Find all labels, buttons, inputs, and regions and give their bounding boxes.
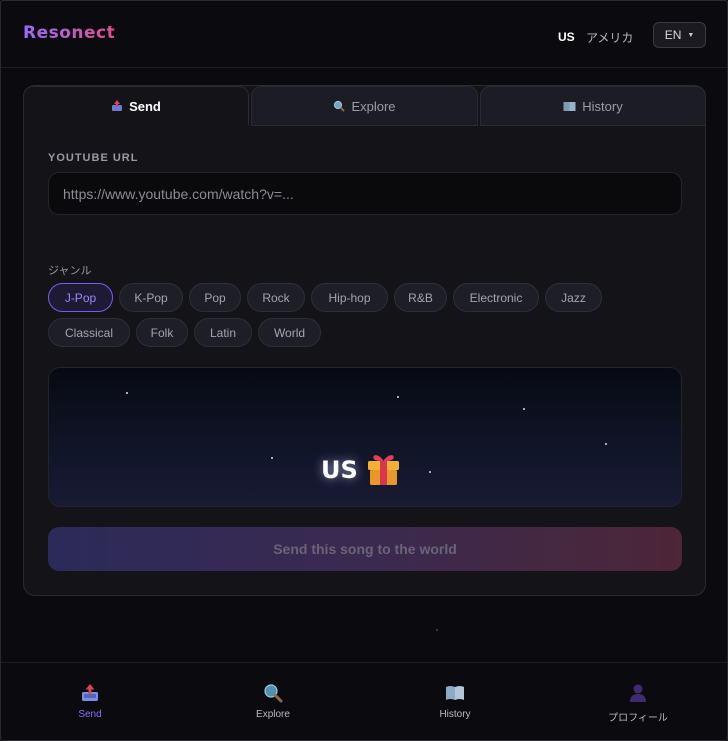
send-song-button[interactable]: Send this song to the world (48, 527, 682, 571)
genre-chip-rnb[interactable]: R&B (394, 283, 447, 312)
app-frame: Resonect US アメリカ EN ▼ Send Explore Histo… (0, 0, 728, 741)
nav-explore-label: Explore (256, 709, 290, 720)
nav-send[interactable]: Send (45, 683, 135, 720)
tab-history-label: History (582, 98, 623, 114)
nav-profile-label: プロフィール (608, 713, 668, 724)
genre-chip-pop[interactable]: Pop (189, 283, 241, 312)
genre-chip-rock[interactable]: Rock (247, 283, 305, 312)
tab-send-label: Send (129, 98, 161, 114)
location-name: アメリカ (586, 31, 634, 45)
star (397, 396, 399, 398)
genre-chip-folk[interactable]: Folk (136, 318, 188, 347)
star (126, 392, 128, 394)
language-value: EN (664, 28, 682, 42)
genre-chip-latin[interactable]: Latin (194, 318, 252, 347)
tab-explore[interactable]: Explore (251, 86, 478, 126)
star (605, 443, 607, 445)
caret-down-icon: ▼ (687, 31, 695, 39)
youtube-url-label: YOUTUBE URL (48, 152, 139, 164)
app-logo[interactable]: Resonect (23, 23, 115, 43)
genre-chip-world[interactable]: World (258, 318, 321, 347)
magnifier-icon (264, 684, 283, 703)
outbox-tray-icon (82, 684, 98, 701)
nav-profile[interactable]: プロフィール (593, 683, 683, 724)
genre-chip-classical[interactable]: Classical (48, 318, 130, 347)
send-card: Send Explore History YOUTUBE URL ジャンル J-… (23, 85, 706, 596)
gift-icon (368, 455, 399, 485)
genre-chip-jpop[interactable]: J-Pop (48, 283, 113, 312)
location-code: US (558, 30, 575, 44)
genre-chip-hiphop[interactable]: Hip-hop (311, 283, 388, 312)
outbox-tray-icon (112, 100, 123, 111)
genre-chip-kpop[interactable]: K-Pop (119, 283, 183, 312)
bottom-navigation: Send Explore History プロフィール (1, 662, 727, 740)
star (523, 408, 525, 410)
nav-history[interactable]: History (410, 683, 500, 720)
youtube-url-input[interactable] (48, 172, 682, 215)
star (271, 457, 273, 459)
decorative-dot (436, 629, 438, 631)
preview-country-code: US (321, 456, 358, 484)
nav-explore[interactable]: Explore (228, 683, 318, 720)
tab-history[interactable]: History (480, 86, 706, 126)
book-icon (563, 101, 576, 111)
genre-chip-electronic[interactable]: Electronic (453, 283, 539, 312)
magnifier-icon (334, 100, 346, 112)
genre-chip-jazz[interactable]: Jazz (545, 283, 602, 312)
top-header: Resonect US アメリカ EN ▼ (1, 1, 727, 68)
tab-send[interactable]: Send (23, 86, 249, 126)
user-silhouette-icon (630, 684, 646, 702)
tab-bar: Send Explore History (23, 86, 706, 126)
nav-history-label: History (439, 709, 471, 720)
genre-label: ジャンル (48, 265, 92, 277)
language-select[interactable]: EN ▼ (653, 22, 706, 48)
destination-preview: US (48, 367, 682, 507)
book-icon (446, 686, 464, 700)
tab-explore-label: Explore (351, 98, 396, 114)
nav-send-label: Send (78, 709, 102, 720)
star (429, 471, 431, 473)
